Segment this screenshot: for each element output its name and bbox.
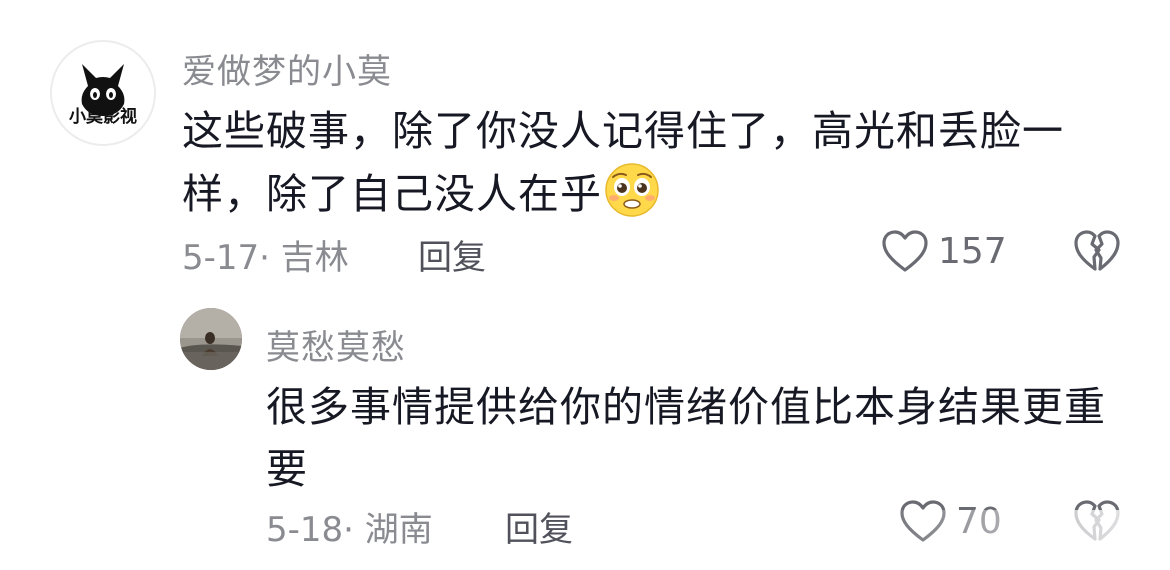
comment-meta: 5-17· 吉林 xyxy=(182,238,349,278)
broken-heart-icon xyxy=(1074,500,1120,541)
photo-avatar-icon xyxy=(180,308,242,370)
avatar[interactable]: 小莫影视 xyxy=(50,40,156,146)
dislike-button[interactable] xyxy=(1072,228,1122,278)
like-button[interactable]: 70 xyxy=(898,498,1002,544)
reply-button[interactable]: 回复 xyxy=(505,502,573,551)
username[interactable]: 莫愁莫愁 xyxy=(266,320,406,369)
dislike-button[interactable] xyxy=(1072,498,1122,548)
avatar-logo-text: 小莫影视 xyxy=(69,107,137,127)
heart-icon xyxy=(900,500,946,542)
cat-logo-icon xyxy=(81,64,125,116)
heart-icon xyxy=(882,230,928,272)
username[interactable]: 爱做梦的小莫 xyxy=(182,44,392,93)
reply-button[interactable]: 回复 xyxy=(418,230,486,279)
like-count: 157 xyxy=(938,230,1007,272)
comment-meta: 5-18· 湖南 xyxy=(266,510,433,550)
like-count: 70 xyxy=(956,500,1002,542)
pleading-face-emoji-icon xyxy=(604,162,660,218)
comment-text: 这些破事，除了你没人记得住了，高光和丢脸一样，除了自己没人在乎 xyxy=(182,100,1112,225)
like-button[interactable]: 157 xyxy=(880,228,1007,274)
avatar[interactable] xyxy=(180,308,242,370)
comment-text: 很多事情提供给你的情绪价值比本身结果更重要 xyxy=(266,383,1106,493)
broken-heart-icon xyxy=(1074,230,1120,271)
